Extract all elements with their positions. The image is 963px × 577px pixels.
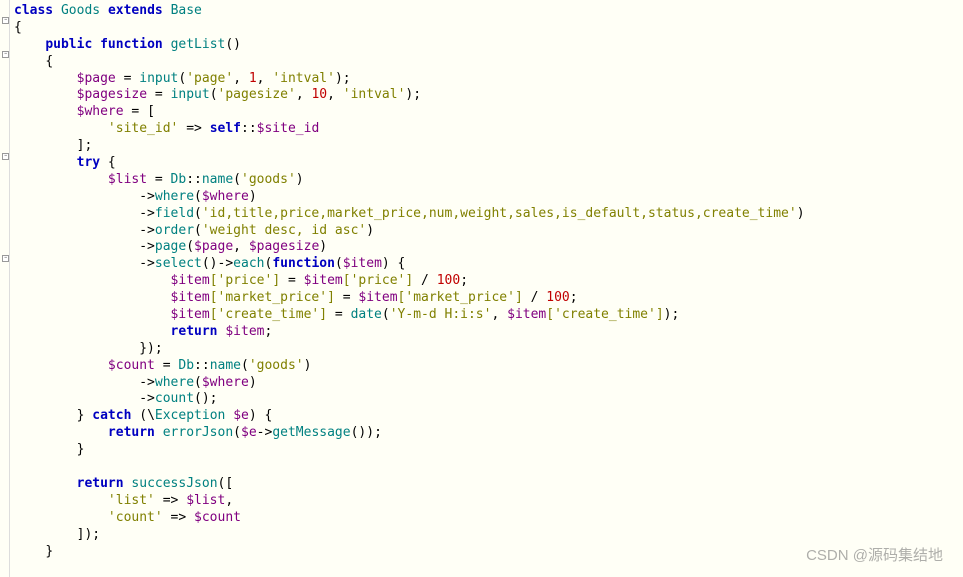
keyword-try: try xyxy=(77,155,100,170)
variable: $page xyxy=(194,239,233,254)
keyword-function: function xyxy=(272,256,335,271)
method: each xyxy=(233,256,264,271)
function-call: errorJson xyxy=(163,425,233,440)
brace-close: } xyxy=(77,442,85,457)
keyword-public: public xyxy=(45,37,92,52)
method: order xyxy=(155,223,194,238)
method: field xyxy=(155,206,194,221)
variable: $pagesize xyxy=(77,87,147,102)
string: 'intval' xyxy=(343,87,406,102)
method: count xyxy=(155,391,194,406)
variable: $count xyxy=(194,510,241,525)
string: 'id,title,price,market_price,num,weight,… xyxy=(202,206,797,221)
string: 'goods' xyxy=(241,172,296,187)
keyword-function: function xyxy=(100,37,163,52)
string: 'pagesize' xyxy=(218,87,296,102)
variable: $count xyxy=(108,358,155,373)
method: select xyxy=(155,256,202,271)
gutter: - - - - xyxy=(0,0,10,577)
variable: $pagesize xyxy=(249,239,319,254)
function-call: input xyxy=(171,87,210,102)
variable: $item xyxy=(225,324,264,339)
function-call: input xyxy=(139,71,178,86)
bracket-close: ]; xyxy=(77,138,93,153)
variable: $where xyxy=(77,104,124,119)
bracket-close: ]); xyxy=(77,527,100,542)
watermark: CSDN @源码集结地 xyxy=(806,546,943,566)
string: 'count' xyxy=(108,510,163,525)
variable: $item xyxy=(358,290,397,305)
string: 'price' xyxy=(351,273,406,288)
brace-close: }); xyxy=(139,341,162,356)
string: 'weight desc, id asc' xyxy=(202,223,366,238)
keyword-class: class xyxy=(14,3,53,18)
variable: $item xyxy=(171,273,210,288)
fold-marker[interactable]: - xyxy=(2,153,9,160)
variable: $item xyxy=(171,290,210,305)
keyword-extends: extends xyxy=(108,3,163,18)
function-call: successJson xyxy=(131,476,217,491)
brace-close: } xyxy=(45,544,53,559)
class-db: Db xyxy=(171,172,187,187)
keyword-return: return xyxy=(108,425,155,440)
method: where xyxy=(155,189,194,204)
method-name: getList xyxy=(171,37,226,52)
string: 'market_price' xyxy=(218,290,328,305)
string: 'price' xyxy=(218,273,273,288)
number: 10 xyxy=(311,87,327,102)
string: 'page' xyxy=(186,71,233,86)
class-base: Base xyxy=(171,3,202,18)
variable: $page xyxy=(77,71,116,86)
variable: $where xyxy=(202,189,249,204)
fold-marker[interactable]: - xyxy=(2,51,9,58)
variable: $e xyxy=(241,425,257,440)
fold-marker[interactable]: - xyxy=(2,255,9,262)
variable: $where xyxy=(202,375,249,390)
keyword-return: return xyxy=(171,324,218,339)
method: getMessage xyxy=(272,425,350,440)
string: 'site_id' xyxy=(108,121,178,136)
string: 'create_time' xyxy=(218,307,320,322)
number: 100 xyxy=(546,290,569,305)
class-db: Db xyxy=(178,358,194,373)
string: 'market_price' xyxy=(405,290,515,305)
variable: $item xyxy=(171,307,210,322)
variable: $list xyxy=(186,493,225,508)
keyword-self: self xyxy=(210,121,241,136)
string: 'Y-m-d H:i:s' xyxy=(390,307,492,322)
fold-marker[interactable]: - xyxy=(2,17,9,24)
function-call: date xyxy=(351,307,382,322)
variable: $site_id xyxy=(257,121,320,136)
string: 'list' xyxy=(108,493,155,508)
keyword-return: return xyxy=(77,476,124,491)
number: 1 xyxy=(249,71,257,86)
variable: $item xyxy=(343,256,382,271)
code-block: class Goods extends Base { public functi… xyxy=(14,3,805,560)
number: 100 xyxy=(437,273,460,288)
string: 'create_time' xyxy=(554,307,656,322)
brace: { xyxy=(14,20,22,35)
method: where xyxy=(155,375,194,390)
variable: $list xyxy=(108,172,147,187)
variable: $item xyxy=(304,273,343,288)
method: page xyxy=(155,239,186,254)
keyword-catch: catch xyxy=(92,408,131,423)
string: 'intval' xyxy=(272,71,335,86)
class-exception: Exception xyxy=(155,408,225,423)
variable: $item xyxy=(507,307,546,322)
array-key: [ xyxy=(210,273,218,288)
string: 'goods' xyxy=(249,358,304,373)
class-name: Goods xyxy=(61,3,100,18)
method: name xyxy=(202,172,233,187)
variable: $e xyxy=(233,408,249,423)
brace: { xyxy=(45,54,53,69)
method: name xyxy=(210,358,241,373)
